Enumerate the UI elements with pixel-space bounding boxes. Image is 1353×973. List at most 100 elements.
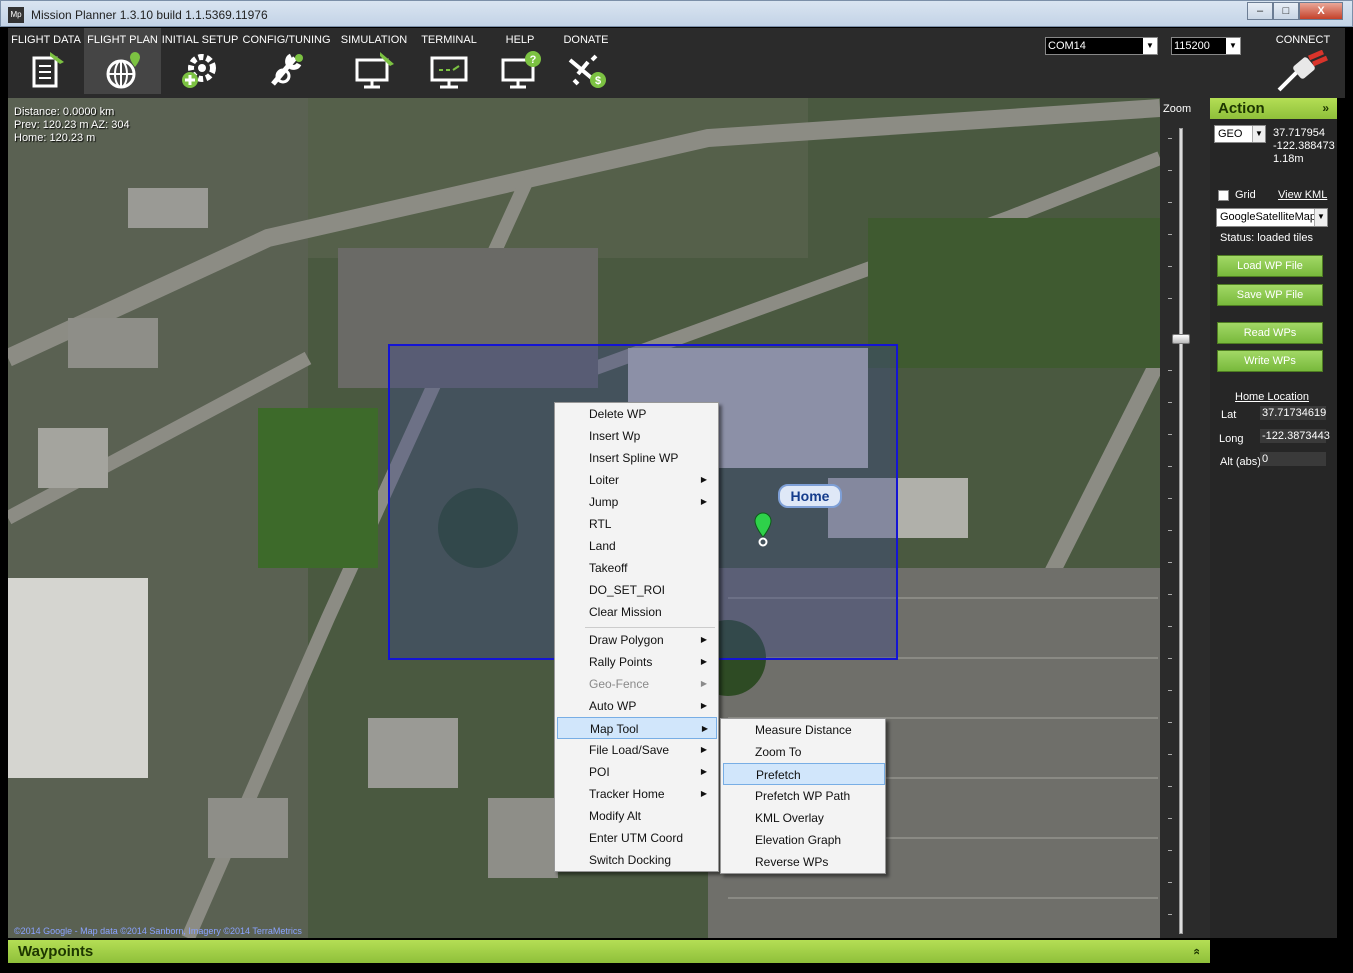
main-toolbar: FLIGHT DATA FLIGHT PLAN INITIAL SETUP CO…	[8, 28, 1345, 98]
menu-item-geo-fence: Geo-Fence ▶	[557, 673, 715, 695]
menu-item-enter-utm-coord[interactable]: Enter UTM Coord	[557, 827, 715, 849]
action-header[interactable]: Action »	[1210, 98, 1337, 119]
home-long-field[interactable]: -122.3873443	[1260, 429, 1330, 443]
menu-item-modify-alt[interactable]: Modify Alt	[557, 805, 715, 827]
com-port-select[interactable]: COM14 ▼	[1045, 37, 1158, 55]
home-distance-text: Home: 120.23 m	[14, 132, 96, 144]
menu-item-label: Takeoff	[589, 561, 628, 575]
submenu-arrow-icon: ▶	[700, 635, 707, 644]
menu-item-zoom-to[interactable]: Zoom To	[723, 741, 883, 763]
donate-icon: $	[568, 54, 606, 88]
action-title: Action	[1218, 100, 1265, 117]
menu-item-measure-distance[interactable]: Measure Distance	[723, 719, 883, 741]
zoom-tick	[1168, 138, 1172, 139]
menu-item-label: Reverse WPs	[755, 855, 829, 869]
cursor-lat: 37.717954	[1273, 127, 1325, 139]
close-button[interactable]: X	[1299, 2, 1343, 20]
zoom-slider-thumb[interactable]	[1172, 334, 1190, 344]
collapse-icon[interactable]: »	[1322, 98, 1329, 119]
menu-separator	[585, 627, 715, 628]
status-text: Status: loaded tiles	[1220, 232, 1313, 244]
tab-donate[interactable]: DONATE $	[556, 28, 616, 94]
menu-item-clear-mission[interactable]: Clear Mission	[557, 601, 715, 623]
zoom-label: Zoom	[1163, 103, 1192, 115]
menu-item-map-tool[interactable]: Map Tool ▶	[557, 717, 717, 739]
initial-setup-icon	[182, 54, 216, 88]
view-kml-link[interactable]: View KML	[1278, 189, 1327, 201]
menu-item-tracker-home[interactable]: Tracker Home ▶	[557, 783, 715, 805]
menu-item-rtl[interactable]: RTL	[557, 513, 715, 535]
menu-item-insert-wp[interactable]: Insert Wp	[557, 425, 715, 447]
chevron-down-icon: ▼	[1143, 38, 1157, 54]
menu-item-rally-points[interactable]: Rally Points ▶	[557, 651, 715, 673]
menu-item-takeoff[interactable]: Takeoff	[557, 557, 715, 579]
tab-label: SIMULATION	[340, 34, 408, 46]
waypoints-header[interactable]: Waypoints »	[8, 940, 1210, 963]
tab-label: INITIAL SETUP	[161, 34, 239, 46]
menu-item-switch-docking[interactable]: Switch Docking	[557, 849, 715, 871]
menu-item-loiter[interactable]: Loiter ▶	[557, 469, 715, 491]
write-wps-button[interactable]: Write WPs	[1217, 350, 1323, 372]
menu-item-draw-polygon[interactable]: Draw Polygon ▶	[557, 629, 715, 651]
terminal-icon	[430, 56, 468, 89]
map-copyright: ©2014 Google - Map data ©2014 Sanborn, I…	[14, 926, 302, 936]
menu-item-land[interactable]: Land	[557, 535, 715, 557]
tab-terminal[interactable]: TERMINAL	[414, 28, 484, 94]
menu-item-label: Insert Wp	[589, 429, 641, 443]
tab-help[interactable]: HELP ?	[484, 28, 556, 94]
home-marker-icon[interactable]	[754, 512, 772, 548]
zoom-tick	[1168, 658, 1172, 659]
submenu-arrow-icon: ▶	[700, 475, 707, 484]
coord-type-select[interactable]: GEO ▼	[1214, 125, 1266, 143]
zoom-tick	[1168, 690, 1172, 691]
home-marker-label[interactable]: Home	[778, 484, 842, 508]
menu-item-poi[interactable]: POI ▶	[557, 761, 715, 783]
zoom-tick	[1168, 530, 1172, 531]
tab-initial-setup[interactable]: INITIAL SETUP	[161, 28, 239, 94]
submenu-arrow-icon: ▶	[700, 701, 707, 710]
tab-flight-plan[interactable]: FLIGHT PLAN	[84, 28, 161, 94]
menu-item-file-load-save[interactable]: File Load/Save ▶	[557, 739, 715, 761]
menu-item-label: Rally Points	[589, 655, 653, 669]
menu-item-jump[interactable]: Jump ▶	[557, 491, 715, 513]
zoom-panel: Zoom	[1160, 98, 1210, 938]
simulation-icon	[355, 52, 394, 89]
submenu-arrow-icon: ▶	[701, 724, 708, 733]
menu-item-delete-wp[interactable]: Delete WP	[557, 403, 715, 425]
menu-item-label: Geo-Fence	[589, 677, 650, 691]
home-lat-field[interactable]: 37.71734619	[1260, 406, 1326, 420]
connect-button[interactable]: CONNECT	[1275, 34, 1331, 92]
tab-config-tuning[interactable]: CONFIG/TUNING	[239, 28, 334, 94]
save-wp-file-button[interactable]: Save WP File	[1217, 284, 1323, 306]
cursor-lng: -122.388473	[1273, 140, 1335, 152]
menu-item-elevation-graph[interactable]: Elevation Graph	[723, 829, 883, 851]
tab-label: DONATE	[563, 34, 609, 46]
menu-item-prefetch-wp-path[interactable]: Prefetch WP Path	[723, 785, 883, 807]
distance-readout: Distance: 0.0000 km Prev: 120.23 m AZ: 3…	[14, 106, 130, 145]
menu-item-auto-wp[interactable]: Auto WP ▶	[557, 695, 715, 717]
menu-item-do-set-roi[interactable]: DO_SET_ROI	[557, 579, 715, 601]
menu-item-label: Measure Distance	[755, 723, 852, 737]
menu-item-reverse-wps[interactable]: Reverse WPs	[723, 851, 883, 873]
chevron-down-icon: ▼	[1314, 209, 1327, 226]
menu-item-label: Zoom To	[755, 745, 802, 759]
maximize-button[interactable]: □	[1273, 2, 1299, 20]
submenu-arrow-icon: ▶	[700, 789, 707, 798]
home-alt-field[interactable]: 0	[1260, 452, 1326, 466]
expand-icon[interactable]: »	[1185, 948, 1208, 955]
read-wps-button[interactable]: Read WPs	[1217, 322, 1323, 344]
map-type-select[interactable]: GoogleSatelliteMap ▼	[1216, 208, 1328, 227]
home-location-link[interactable]: Home Location	[1235, 391, 1309, 403]
tab-simulation[interactable]: SIMULATION	[334, 28, 414, 94]
load-wp-file-button[interactable]: Load WP File	[1217, 255, 1323, 277]
menu-item-insert-spline-wp[interactable]: Insert Spline WP	[557, 447, 715, 469]
tab-flight-data[interactable]: FLIGHT DATA	[8, 28, 84, 94]
minimize-button[interactable]: –	[1247, 2, 1273, 20]
zoom-slider-track[interactable]	[1179, 128, 1183, 934]
menu-item-kml-overlay[interactable]: KML Overlay	[723, 807, 883, 829]
flight-data-icon	[32, 52, 64, 88]
grid-checkbox[interactable]	[1218, 190, 1229, 201]
baud-rate-select[interactable]: 115200 ▼	[1171, 37, 1241, 55]
menu-item-prefetch[interactable]: Prefetch	[723, 763, 885, 785]
flight-plan-icon	[106, 52, 140, 89]
